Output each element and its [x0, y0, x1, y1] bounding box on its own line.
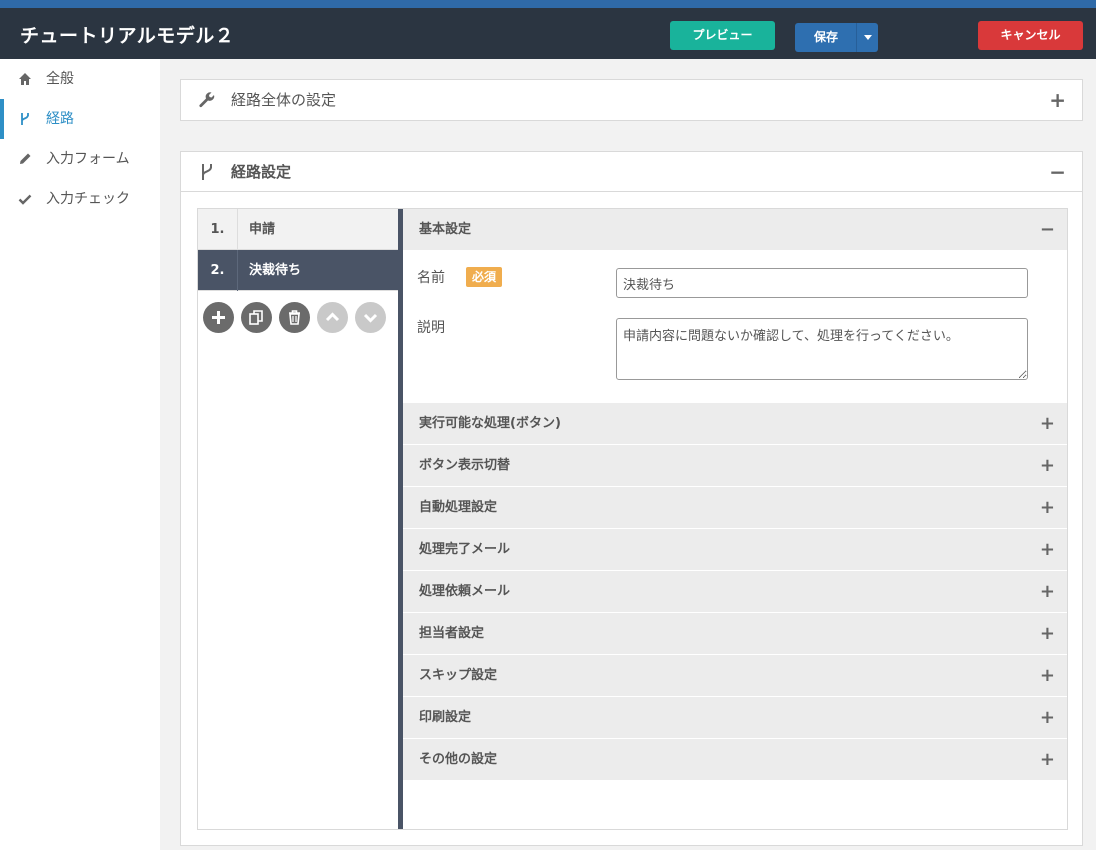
section-title: その他の設定	[419, 752, 498, 767]
route-overall-panel-title: 経路全体の設定	[231, 91, 337, 109]
route-overall-panel-header[interactable]: 経路全体の設定 +	[181, 80, 1082, 120]
step-name: 決裁待ち	[249, 263, 302, 278]
section-print[interactable]: 印刷設定 +	[403, 697, 1067, 739]
pencil-icon	[20, 153, 31, 164]
section-auto-process[interactable]: 自動処理設定 +	[403, 487, 1067, 529]
name-label: 名前	[417, 270, 445, 286]
basic-settings-form: 名前 必須 説明 申請内容に問題ないか確認して、処理を行ってください。	[403, 251, 1067, 403]
expand-icon[interactable]: +	[1040, 697, 1055, 738]
step-settings: 基本設定 − 名前 必須 説明 申請内容に問題ないか確認して、処理を行ってくださ…	[403, 209, 1067, 829]
section-title: 自動処理設定	[419, 500, 498, 515]
move-step-up-button[interactable]	[317, 302, 348, 333]
save-dropdown-toggle[interactable]	[856, 23, 878, 52]
sidebar-item-input-form[interactable]: 入力フォーム	[0, 139, 160, 179]
branch-icon	[202, 164, 212, 180]
section-title: ボタン表示切替	[419, 458, 511, 473]
section-skip[interactable]: スキップ設定 +	[403, 655, 1067, 697]
app-header: チュートリアルモデル２ プレビュー 保存 キャンセル	[0, 8, 1096, 59]
route-settings-panel: 経路設定 − 1. 申請 2. 決裁待ち 基本設定 − 名前 必須 決裁待ち 説…	[180, 151, 1083, 846]
expand-icon[interactable]: +	[1040, 403, 1055, 444]
step-item[interactable]: 1. 申請	[198, 209, 398, 250]
copy-icon	[249, 310, 263, 325]
expand-icon[interactable]: +	[1040, 487, 1055, 528]
sidebar-item-label: 経路	[46, 111, 74, 127]
sidebar-item-label: 入力チェック	[46, 191, 130, 207]
expand-icon[interactable]: +	[1040, 739, 1055, 780]
sidebar-item-general[interactable]: 全般	[0, 59, 160, 99]
top-accent-stripe	[0, 0, 1096, 8]
section-title: 実行可能な処理(ボタン)	[419, 416, 561, 431]
step-name-input[interactable]	[616, 268, 1028, 298]
add-icon	[212, 311, 225, 324]
step-number: 1.	[198, 209, 238, 250]
save-button-label: 保存	[813, 30, 838, 44]
sidebar-item-route[interactable]: 経路	[0, 99, 160, 139]
step-description-textarea[interactable]: 申請内容に問題ないか確認して、処理を行ってください。	[616, 318, 1028, 380]
section-basic-header[interactable]: 基本設定 −	[403, 209, 1067, 251]
section-executable-actions[interactable]: 実行可能な処理(ボタン) +	[403, 403, 1067, 445]
expand-icon[interactable]: +	[1049, 80, 1066, 120]
preview-button[interactable]: プレビュー	[670, 21, 775, 50]
section-title: 処理完了メール	[419, 542, 511, 557]
sidebar-item-input-check[interactable]: 入力チェック	[0, 179, 160, 219]
expand-icon[interactable]: +	[1040, 529, 1055, 570]
caret-down-icon	[864, 35, 872, 40]
home-icon	[19, 73, 31, 85]
step-name: 申請	[249, 222, 276, 237]
section-title: 処理依頼メール	[419, 584, 511, 599]
collapse-icon[interactable]: −	[1040, 209, 1055, 250]
sidebar-item-label: 入力フォーム	[46, 151, 130, 167]
chevron-up-icon	[325, 312, 340, 322]
section-assignee[interactable]: 担当者設定 +	[403, 613, 1067, 655]
move-step-down-button[interactable]	[355, 302, 386, 333]
check-icon	[18, 194, 32, 205]
section-completion-mail[interactable]: 処理完了メール +	[403, 529, 1067, 571]
expand-icon[interactable]: +	[1040, 445, 1055, 486]
route-settings-panel-title: 経路設定	[231, 163, 292, 181]
route-settings-panel-header[interactable]: 経路設定 −	[181, 152, 1082, 192]
section-other[interactable]: その他の設定 +	[403, 739, 1067, 781]
description-label: 説明	[417, 320, 445, 336]
copy-step-button[interactable]	[241, 302, 272, 333]
step-list: 1. 申請 2. 決裁待ち	[198, 209, 398, 829]
section-title: 担当者設定	[419, 626, 485, 641]
section-request-mail[interactable]: 処理依頼メール +	[403, 571, 1067, 613]
cancel-button[interactable]: キャンセル	[978, 21, 1083, 50]
expand-icon[interactable]: +	[1040, 655, 1055, 696]
sidebar: 全般 経路 入力フォーム 入力チェック	[0, 59, 160, 850]
route-overall-panel: 経路全体の設定 +	[180, 79, 1083, 121]
trash-icon	[289, 310, 300, 325]
step-item-selected[interactable]: 2. 決裁待ち	[198, 250, 398, 291]
section-title: スキップ設定	[419, 668, 498, 683]
chevron-down-icon	[363, 313, 378, 323]
expand-icon[interactable]: +	[1040, 613, 1055, 654]
step-number: 2.	[198, 250, 238, 291]
route-editor: 1. 申請 2. 決裁待ち 基本設定 − 名前 必須 決裁待ち 説明 申請内容に…	[197, 208, 1068, 830]
collapse-icon[interactable]: −	[1049, 152, 1066, 192]
save-button[interactable]: 保存	[795, 23, 878, 52]
section-title: 印刷設定	[419, 710, 472, 725]
delete-step-button[interactable]	[279, 302, 310, 333]
required-badge: 必須	[466, 267, 503, 287]
branch-icon	[21, 113, 29, 125]
section-title: 基本設定	[419, 222, 472, 237]
expand-icon[interactable]: +	[1040, 571, 1055, 612]
add-step-button[interactable]	[203, 302, 234, 333]
section-button-display[interactable]: ボタン表示切替 +	[403, 445, 1067, 487]
wrench-icon	[199, 92, 215, 108]
sidebar-item-label: 全般	[46, 71, 74, 87]
model-title: チュートリアルモデル２	[20, 25, 235, 47]
